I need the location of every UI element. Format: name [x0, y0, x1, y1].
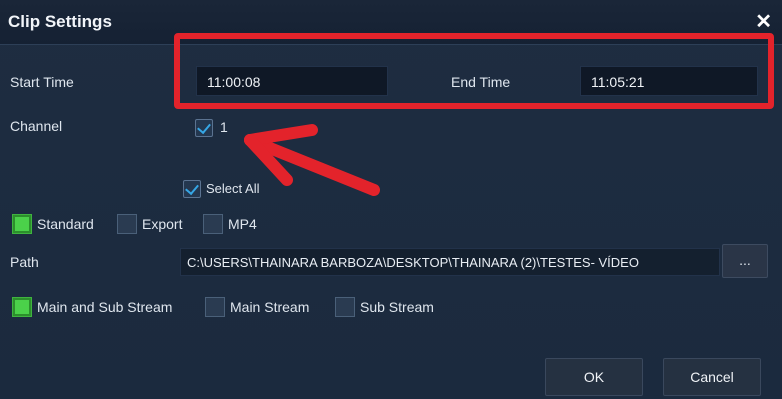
close-icon[interactable]: ✕ — [755, 9, 772, 34]
start-time-label: Start Time — [10, 74, 74, 90]
stream-sub-radio[interactable] — [335, 297, 355, 317]
channel-1-label: 1 — [220, 119, 228, 135]
path-input[interactable]: C:\USERS\THAINARA BARBOZA\DESKTOP\THAINA… — [180, 248, 720, 276]
format-mp4-radio[interactable] — [203, 214, 223, 234]
format-standard-label: Standard — [37, 216, 94, 232]
stream-sub-label: Sub Stream — [360, 299, 434, 315]
format-standard-radio[interactable] — [12, 214, 32, 234]
ok-button[interactable]: OK — [545, 358, 643, 396]
stream-main-and-sub-radio[interactable] — [12, 297, 32, 317]
browse-button[interactable]: ... — [722, 244, 768, 278]
annotation-highlight-box — [174, 33, 774, 109]
cancel-button[interactable]: Cancel — [663, 358, 761, 396]
stream-main-radio[interactable] — [205, 297, 225, 317]
select-all-label: Select All — [206, 181, 260, 196]
format-export-label: Export — [142, 216, 183, 232]
path-label: Path — [10, 254, 39, 270]
stream-main-and-sub-label: Main and Sub Stream — [37, 299, 173, 315]
stream-main-label: Main Stream — [230, 299, 310, 315]
format-mp4-label: MP4 — [228, 216, 257, 232]
channel-label: Channel — [10, 118, 63, 134]
dialog-title: Clip Settings — [8, 12, 112, 31]
channel-1-checkbox[interactable] — [195, 119, 213, 137]
clip-settings-dialog: Clip Settings ✕ Start Time 11:00:08 End … — [0, 0, 782, 399]
select-all-checkbox[interactable] — [183, 180, 201, 198]
format-export-radio[interactable] — [117, 214, 137, 234]
